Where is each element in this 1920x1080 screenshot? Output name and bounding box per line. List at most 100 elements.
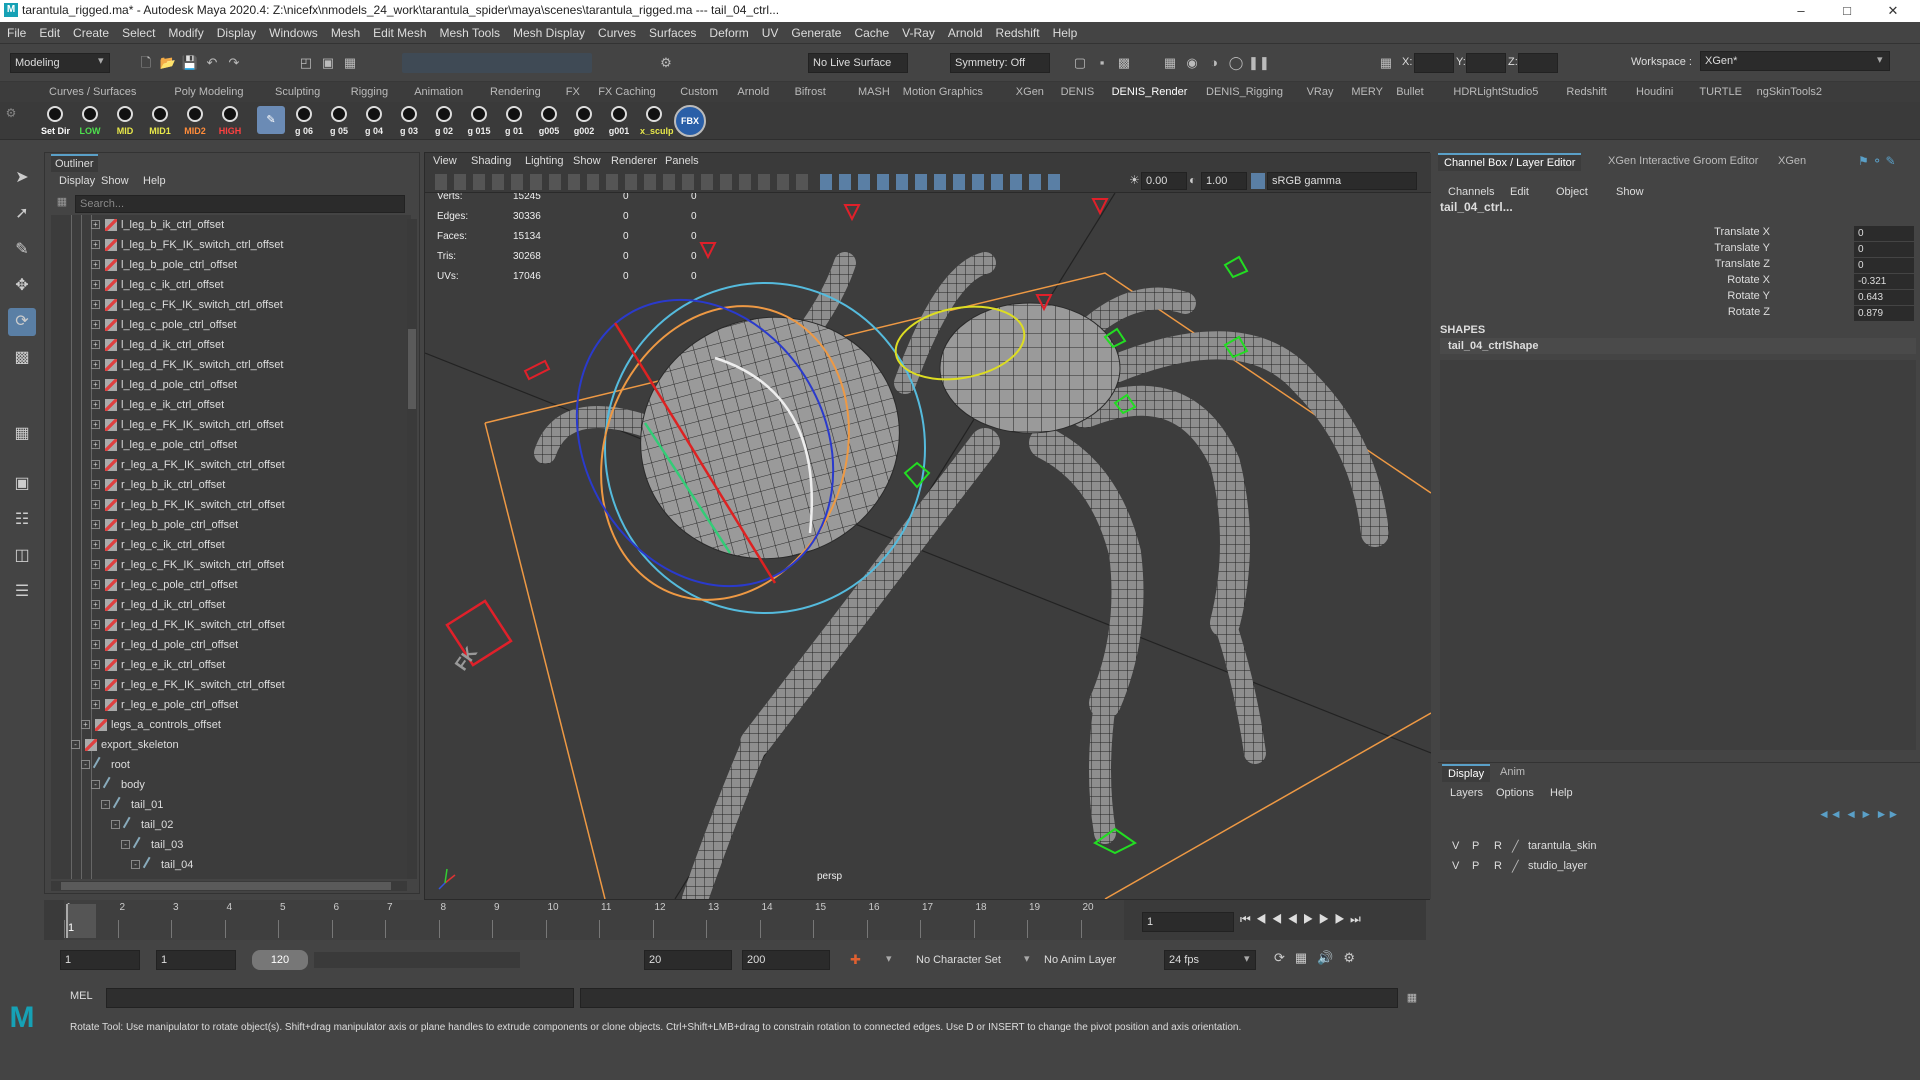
shelf-button-low[interactable]: LOW bbox=[76, 104, 104, 138]
outliner-row[interactable]: + l_leg_d_FK_IK_switch_ctrl_offset bbox=[51, 355, 411, 375]
open-scene-icon[interactable]: 📂 bbox=[158, 53, 178, 73]
leg-ik-ctrl[interactable] bbox=[523, 359, 551, 381]
expand-toggle-icon[interactable]: + bbox=[91, 460, 100, 469]
expand-toggle-icon[interactable]: + bbox=[91, 520, 100, 529]
live-surface-field[interactable]: No Live Surface bbox=[808, 53, 908, 73]
menu-create[interactable]: Create bbox=[66, 22, 115, 40]
outliner-row[interactable]: + l_leg_e_ik_ctrl_offset bbox=[51, 395, 411, 415]
expand-toggle-icon[interactable]: + bbox=[91, 340, 100, 349]
outliner-row[interactable]: + r_leg_d_ik_ctrl_offset bbox=[51, 595, 411, 615]
expand-toggle-icon[interactable]: + bbox=[91, 220, 100, 229]
expand-toggle-icon[interactable]: + bbox=[91, 420, 100, 429]
layer-menu-layers[interactable]: Layers bbox=[1450, 787, 1483, 799]
menu-modify[interactable]: Modify bbox=[161, 22, 209, 40]
outliner-row[interactable]: + l_leg_b_ik_ctrl_offset bbox=[51, 215, 411, 235]
expand-toggle-icon[interactable]: + bbox=[91, 660, 100, 669]
expand-toggle-icon[interactable]: + bbox=[91, 700, 100, 709]
render-frame-icon[interactable]: ▪ bbox=[1092, 53, 1112, 73]
fps-dropdown[interactable]: 24 fps bbox=[1164, 950, 1256, 970]
z-field[interactable] bbox=[1518, 53, 1558, 73]
shape-node[interactable]: tail_04_ctrlShape bbox=[1440, 338, 1916, 354]
expand-toggle-icon[interactable]: + bbox=[91, 620, 100, 629]
shelf-tab-hdrlightstudio5[interactable]: HDRLightStudio5 bbox=[1453, 86, 1538, 98]
viewport-canvas[interactable]: FK Verts: 15245 0 0 Edges: 30336 0 0 Faces: 15134… bbox=[425, 193, 1431, 899]
layer-row[interactable]: V P R ╱ tarantula_skin bbox=[1442, 836, 1912, 856]
scale-tool-icon[interactable]: ▩ bbox=[8, 344, 36, 372]
camera-icon[interactable]: ◯ bbox=[1226, 53, 1246, 73]
mel-label[interactable]: MEL bbox=[70, 990, 93, 1002]
menu-generate[interactable]: Generate bbox=[784, 22, 847, 40]
layer-r-toggle[interactable]: R bbox=[1494, 840, 1502, 852]
outliner-row[interactable]: + l_leg_c_FK_IK_switch_ctrl_offset bbox=[51, 295, 411, 315]
pole-ctrl[interactable] bbox=[1091, 198, 1109, 216]
range-start-field[interactable]: 1 bbox=[156, 950, 236, 970]
menu-v-ray[interactable]: V-Ray bbox=[895, 22, 941, 40]
shelf-tab-poly-modeling[interactable]: Poly Modeling bbox=[174, 86, 243, 98]
shelf-button-x-sculp[interactable]: x_sculp bbox=[640, 104, 674, 138]
viewport-menu-view[interactable]: View bbox=[433, 155, 457, 167]
outliner-row[interactable]: + r_leg_d_pole_ctrl_offset bbox=[51, 635, 411, 655]
menu-file[interactable]: File bbox=[0, 22, 32, 40]
layer-v-toggle[interactable]: V bbox=[1452, 860, 1459, 872]
shelf-tab-rendering[interactable]: Rendering bbox=[490, 86, 541, 98]
expand-toggle-icon[interactable]: - bbox=[71, 740, 80, 749]
shelf-tab-mash[interactable]: MASH bbox=[858, 86, 890, 98]
end-frame-field[interactable]: 200 bbox=[742, 950, 830, 970]
expand-toggle-icon[interactable]: + bbox=[91, 440, 100, 449]
shelf-button-g-05[interactable]: g 05 bbox=[325, 104, 353, 138]
gamma-field[interactable]: 1.00 bbox=[1201, 172, 1247, 190]
ipr-icon[interactable]: ▩ bbox=[1114, 53, 1134, 73]
shelf-button-g002[interactable]: g002 bbox=[570, 104, 598, 138]
channel-menu-show[interactable]: Show bbox=[1616, 186, 1644, 198]
shelf-button-g001[interactable]: g001 bbox=[605, 104, 633, 138]
render-settings-icon[interactable]: ▦ bbox=[1160, 53, 1180, 73]
expand-toggle-icon[interactable]: + bbox=[91, 580, 100, 589]
outliner-menu-show[interactable]: Show bbox=[101, 175, 129, 187]
auto-key-icon[interactable]: ✚ bbox=[850, 952, 861, 968]
channel-menu-edit[interactable]: Edit bbox=[1510, 186, 1529, 198]
expand-toggle-icon[interactable]: + bbox=[91, 380, 100, 389]
shelf-button-mid[interactable]: MID bbox=[111, 104, 139, 138]
layer-menu-options[interactable]: Options bbox=[1496, 787, 1534, 799]
layer-tools-icons[interactable]: ◄◄ ◄ ► ►► bbox=[1818, 807, 1914, 821]
menu-uv[interactable]: UV bbox=[755, 22, 785, 40]
menu-display[interactable]: Display bbox=[210, 22, 262, 40]
outliner-row[interactable]: + l_leg_c_pole_ctrl_offset bbox=[51, 315, 411, 335]
render-view-icon[interactable]: ▢ bbox=[1070, 53, 1090, 73]
viewport-menu-panels[interactable]: Panels bbox=[665, 155, 699, 167]
shelf-tab-houdini[interactable]: Houdini bbox=[1636, 86, 1673, 98]
colorspace-dropdown[interactable]: sRGB gamma bbox=[1267, 172, 1417, 190]
shelf-tab-arnold[interactable]: Arnold bbox=[737, 86, 769, 98]
shelf-tab-vray[interactable]: VRay bbox=[1307, 86, 1334, 98]
leg-ctrl-green[interactable] bbox=[903, 461, 931, 489]
expand-toggle-icon[interactable]: + bbox=[81, 720, 90, 729]
render-globals-icon[interactable]: ◑ bbox=[1204, 53, 1224, 73]
y-field[interactable] bbox=[1466, 53, 1506, 73]
menu-cache[interactable]: Cache bbox=[847, 22, 895, 40]
expand-toggle-icon[interactable]: + bbox=[91, 680, 100, 689]
expand-toggle-icon[interactable]: - bbox=[131, 860, 140, 869]
script-icon[interactable]: ✎ bbox=[257, 106, 285, 134]
exposure-field[interactable]: 0.00 bbox=[1141, 172, 1187, 190]
symmetry-dropdown[interactable]: Symmetry: Off bbox=[950, 53, 1050, 73]
layer-v-toggle[interactable]: V bbox=[1452, 840, 1459, 852]
shelf-tab-custom[interactable]: Custom bbox=[680, 86, 718, 98]
shelf-button-g-015[interactable]: g 015 bbox=[465, 104, 493, 138]
channel-attr-rotate-z[interactable]: Rotate Z 0.879 bbox=[1438, 306, 1918, 322]
close-button[interactable]: ✕ bbox=[1870, 0, 1916, 22]
scroll-thumb[interactable] bbox=[408, 329, 416, 409]
menu-arnold[interactable]: Arnold bbox=[941, 22, 989, 40]
expand-toggle-icon[interactable]: + bbox=[91, 400, 100, 409]
channel-menu-object[interactable]: Object bbox=[1556, 186, 1588, 198]
outliner-menu-help[interactable]: Help bbox=[143, 175, 166, 187]
script-editor-icon[interactable]: ▦ bbox=[1404, 988, 1420, 1008]
outliner-row[interactable]: + r_leg_d_FK_IK_switch_ctrl_offset bbox=[51, 615, 411, 635]
outliner-row[interactable]: + r_leg_a_FK_IK_switch_ctrl_offset bbox=[51, 455, 411, 475]
outliner-menu-display[interactable]: Display bbox=[59, 175, 95, 187]
playback-options-icons[interactable]: ⟳▦🔊⚙ bbox=[1274, 950, 1404, 970]
shelf-button-g-02[interactable]: g 02 bbox=[430, 104, 458, 138]
outliner-row[interactable]: - export_skeleton bbox=[51, 735, 411, 755]
expand-toggle-icon[interactable]: - bbox=[111, 820, 120, 829]
channel-tab-2[interactable]: XGen bbox=[1772, 153, 1812, 169]
outliner-tab[interactable]: Outliner bbox=[51, 154, 98, 172]
